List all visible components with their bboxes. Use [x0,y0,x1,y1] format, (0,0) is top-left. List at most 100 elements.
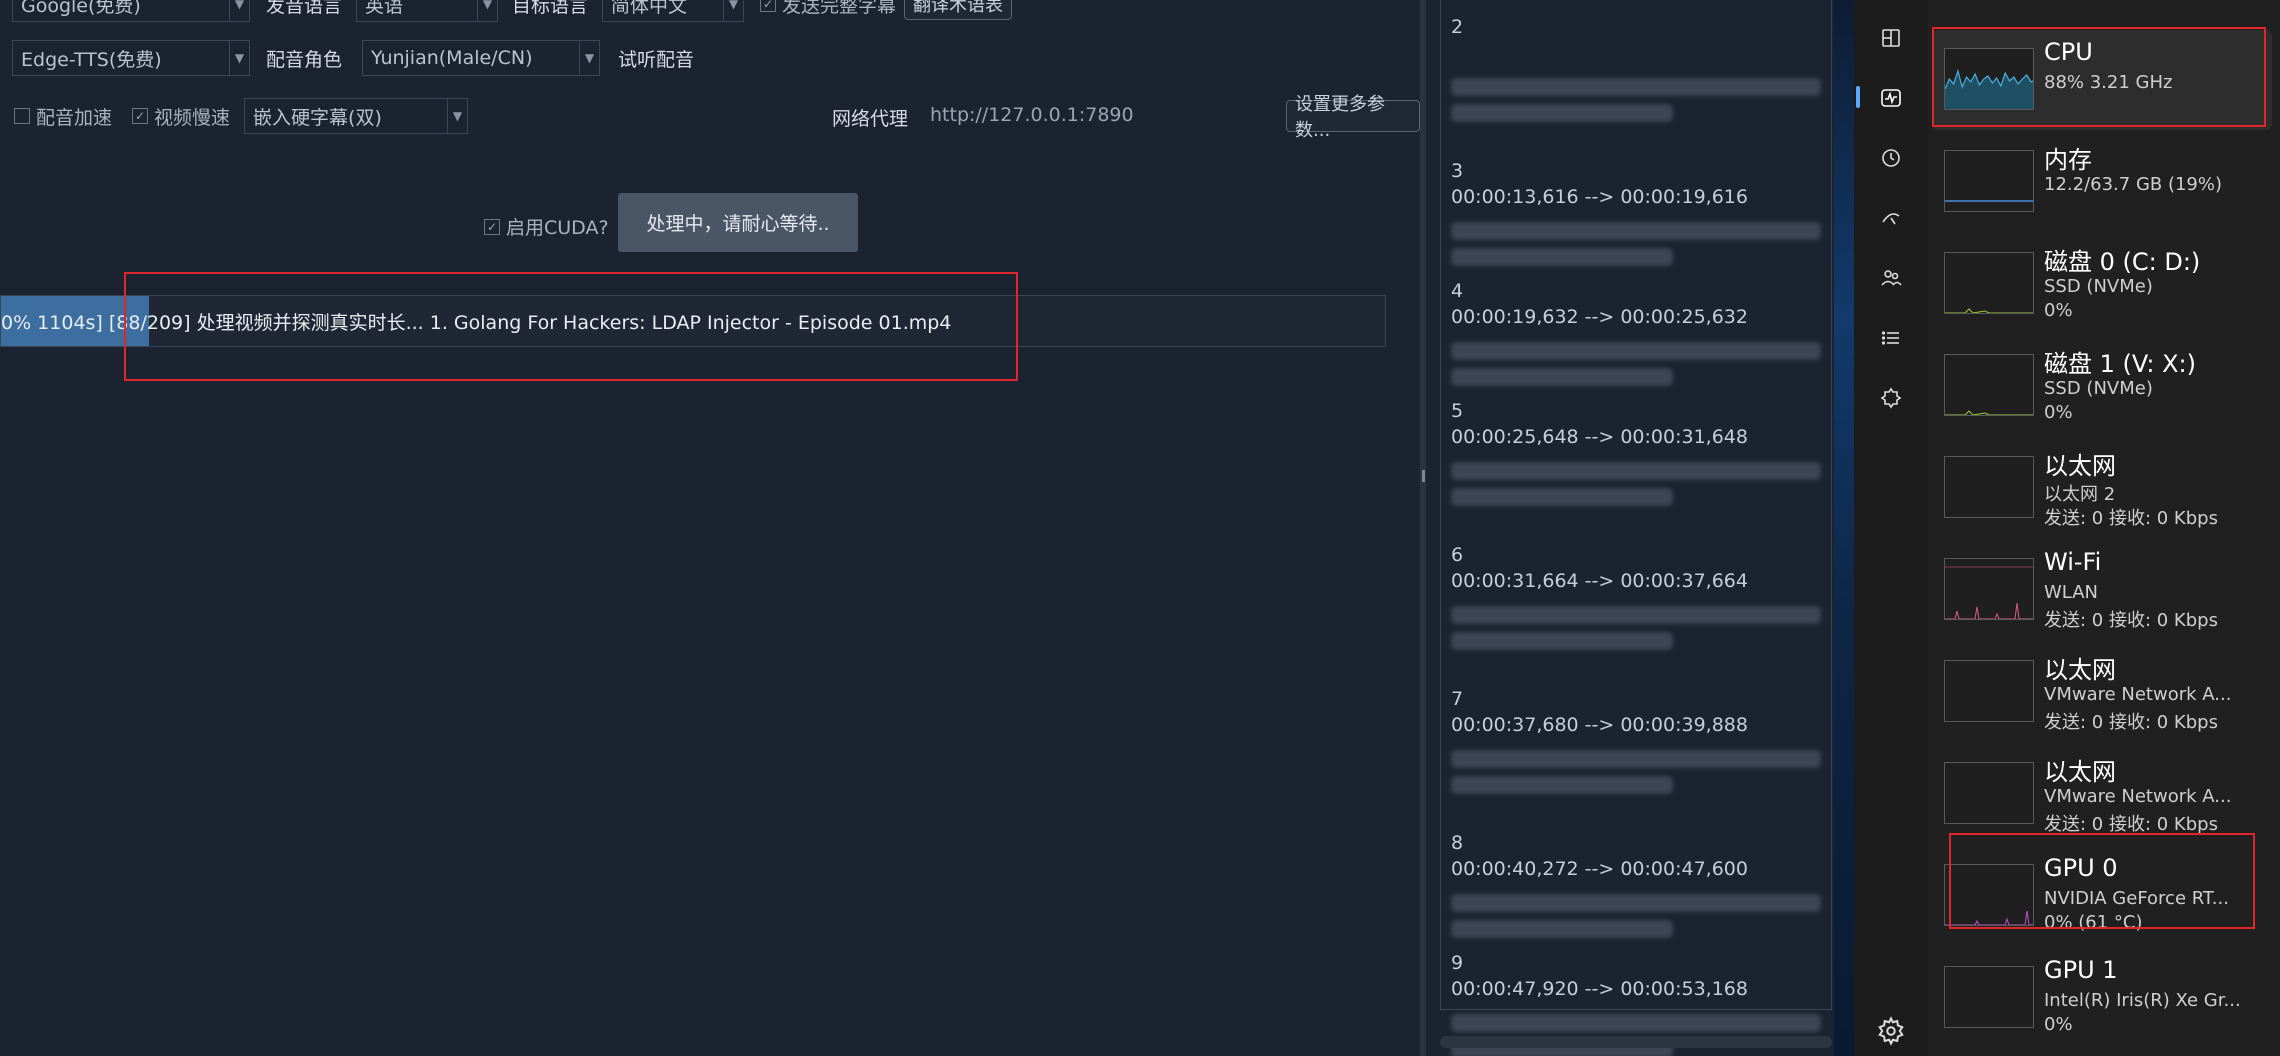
subtitle-number: 8 [1451,832,1464,854]
perf-item-stats: 0% [2044,402,2073,423]
subtitle-text-redacted [1451,104,1673,122]
chevron-down-icon: ▼ [477,0,497,21]
perf-item-stats: 0% [2044,300,2073,321]
perf-item-detail: SSD (NVMe) [2044,276,2153,297]
listen-voice-link[interactable]: 试听配音 [618,45,694,72]
perf-item-detail: NVIDIA GeForce RT... [2044,888,2229,909]
perf-item-detail: 88% 3.21 GHz [2044,72,2173,93]
subtitle-text-redacted [1451,776,1673,794]
subtitle-entry[interactable]: 2 [1451,16,1821,122]
perf-graph [1944,660,2034,722]
perf-item[interactable]: 以太网 以太网 2 发送: 0 接收: 0 Kbps [1932,438,2272,538]
checkmark-icon: ✓ [760,0,777,12]
glossary-button[interactable]: 翻译术语表 [904,0,1013,20]
perf-item[interactable]: 内存 12.2/63.7 GB (19%) [1932,132,2272,232]
performance-list: CPU 88% 3.21 GHz 内存 12.2/63.7 GB (19%) 磁盘 0 … [1928,0,2280,1056]
perf-item-stats: 发送: 0 接收: 0 Kbps [2044,814,2218,835]
subtitle-text-redacted [1451,462,1821,480]
perf-item-title: 以太网 [2044,452,2116,480]
subtitle-timestamp: 00:00:40,272 --> 00:00:47,600 [1451,858,1748,880]
perf-item-stats: 0% (61 °C) [2044,912,2143,933]
subtitle-editor[interactable]: 2 3 00:00:13,616 --> 00:00:19,616 4 00:00:19… [1420,0,1862,1056]
processes-icon[interactable] [1873,20,1909,56]
cuda-checkbox[interactable]: ✓ 启用CUDA? [484,213,609,240]
subtitle-text-redacted [1451,750,1821,768]
perf-item-stats: 发送: 0 接收: 0 Kbps [2044,712,2218,733]
task-manager-window: CPU 88% 3.21 GHz 内存 12.2/63.7 GB (19%) 磁盘 0 … [1854,0,2280,1056]
subtitle-timestamp: 00:00:19,632 --> 00:00:25,632 [1451,306,1748,328]
checkbox-empty-icon [14,108,30,124]
subtitle-text-redacted [1451,1014,1821,1032]
proxy-label: 网络代理 [832,108,909,130]
perf-item-title: CPU [2044,38,2093,66]
perf-graph [1944,558,2034,620]
perf-item[interactable]: 磁盘 1 (V: X:) SSD (NVMe) 0% [1932,336,2272,436]
details-icon[interactable] [1873,320,1909,356]
source-lang-value: 英语 [365,0,404,17]
perf-graph [1944,762,2034,824]
process-button[interactable]: 处理中，请耐心等待.. [618,193,858,252]
subtitle-number: 6 [1451,544,1464,566]
subtitle-timestamp: 00:00:31,664 --> 00:00:37,664 [1451,570,1748,592]
subtitle-list[interactable]: 2 3 00:00:13,616 --> 00:00:19,616 4 00:00:19… [1440,0,1832,1056]
perf-graph [1944,150,2034,212]
perf-item[interactable]: CPU 88% 3.21 GHz [1932,30,2272,130]
perf-item[interactable]: GPU 0 NVIDIA GeForce RT... 0% (61 °C) [1932,846,2272,946]
subtitle-timestamp: 00:00:13,616 --> 00:00:19,616 [1451,186,1748,208]
subtitle-text-redacted [1451,368,1673,386]
subtitle-entry[interactable]: 6 00:00:31,664 --> 00:00:37,664 [1451,544,1821,650]
perf-graph [1944,354,2034,416]
perf-item-stats: 发送: 0 接收: 0 Kbps [2044,508,2218,529]
subtitle-entry[interactable]: 8 00:00:40,272 --> 00:00:47,600 [1451,832,1821,938]
subtitle-number: 7 [1451,688,1464,710]
perf-item-stats: 0% [2044,1014,2073,1035]
subtitle-entry[interactable]: 5 00:00:25,648 --> 00:00:31,648 [1451,400,1821,506]
target-lang-select[interactable]: 简体中文 ▼ [602,0,745,22]
source-lang-select[interactable]: 英语 ▼ [356,0,499,22]
users-icon[interactable] [1873,260,1909,296]
services-icon[interactable] [1873,380,1909,416]
voice-speedup-label: 配音加速 [36,106,113,129]
voice-role-value: Yunjian(Male/CN) [371,47,533,69]
startup-apps-icon[interactable] [1873,200,1909,236]
perf-item[interactable]: GPU 1 Intel(R) Iris(R) Xe Gr... 0% [1932,948,2272,1048]
target-lang-label: 目标语言 [512,0,589,17]
nav-selected-indicator [1856,86,1860,108]
performance-icon[interactable] [1873,80,1909,116]
subtitle-mode-select[interactable]: 嵌入硬字幕(双) ▼ [244,98,469,134]
checkmark-icon: ✓ [132,108,149,124]
more-settings-button[interactable]: 设置更多参数... [1286,94,1420,141]
progress-text: 0% 1104s] [88/209] 处理视频并探测真实时长... 1. Gol… [1,311,952,334]
voice-role-select[interactable]: Yunjian(Male/CN) ▼ [362,40,601,76]
subtitle-timestamp: 00:00:47,920 --> 00:00:53,168 [1451,978,1748,1000]
app-history-icon[interactable] [1873,140,1909,176]
settings-row-3: 配音加速 ✓ 视频慢速 嵌入硬字幕(双) ▼ [14,98,469,134]
voice-speedup-checkbox[interactable]: 配音加速 [14,103,112,130]
perf-graph [1944,456,2034,518]
perf-item[interactable]: 以太网 VMware Network A... 发送: 0 接收: 0 Kbps [1932,744,2272,844]
horizontal-scrollbar[interactable] [1440,1036,1832,1048]
perf-item-title: 磁盘 1 (V: X:) [2044,350,2196,378]
perf-item[interactable]: 以太网 VMware Network A... 发送: 0 接收: 0 Kbps [1932,642,2272,742]
perf-item[interactable]: Wi-Fi WLAN 发送: 0 接收: 0 Kbps [1932,540,2272,640]
voice-role-label: 配音角色 [266,48,343,71]
video-slowdown-checkbox[interactable]: ✓ 视频慢速 [132,103,230,130]
settings-row-2: Edge-TTS(免费) ▼ 配音角色 Yunjian(Male/CN) ▼ 试… [12,40,694,76]
perf-item-detail: VMware Network A... [2044,786,2232,807]
source-lang-label: 发音语言 [266,0,343,17]
subtitle-entry[interactable]: 4 00:00:19,632 --> 00:00:25,632 [1451,280,1821,386]
subtitle-entry[interactable]: 7 00:00:37,680 --> 00:00:39,888 [1451,688,1821,794]
send-full-subs-checkbox[interactable]: ✓ 发送完整字幕 [760,0,896,18]
perf-item-title: 内存 [2044,146,2092,174]
settings-gear-icon[interactable] [1876,1016,1906,1046]
splitter-handle[interactable] [1422,470,1425,482]
proxy-input[interactable]: http://127.0.0.1:7890 [930,104,1134,126]
progress-bar: 0% 1104s] [88/209] 处理视频并探测真实时长... 1. Gol… [0,295,1386,347]
subtitle-text-redacted [1451,78,1821,96]
subtitle-text-redacted [1451,894,1821,912]
tts-engine-select[interactable]: Edge-TTS(免费) ▼ [12,40,250,76]
perf-item[interactable]: 磁盘 0 (C: D:) SSD (NVMe) 0% [1932,234,2272,334]
subtitle-entry[interactable]: 3 00:00:13,616 --> 00:00:19,616 [1451,160,1821,266]
translate-engine-select[interactable]: Google(免费) ▼ [12,0,250,22]
perf-item-detail: Intel(R) Iris(R) Xe Gr... [2044,990,2241,1011]
